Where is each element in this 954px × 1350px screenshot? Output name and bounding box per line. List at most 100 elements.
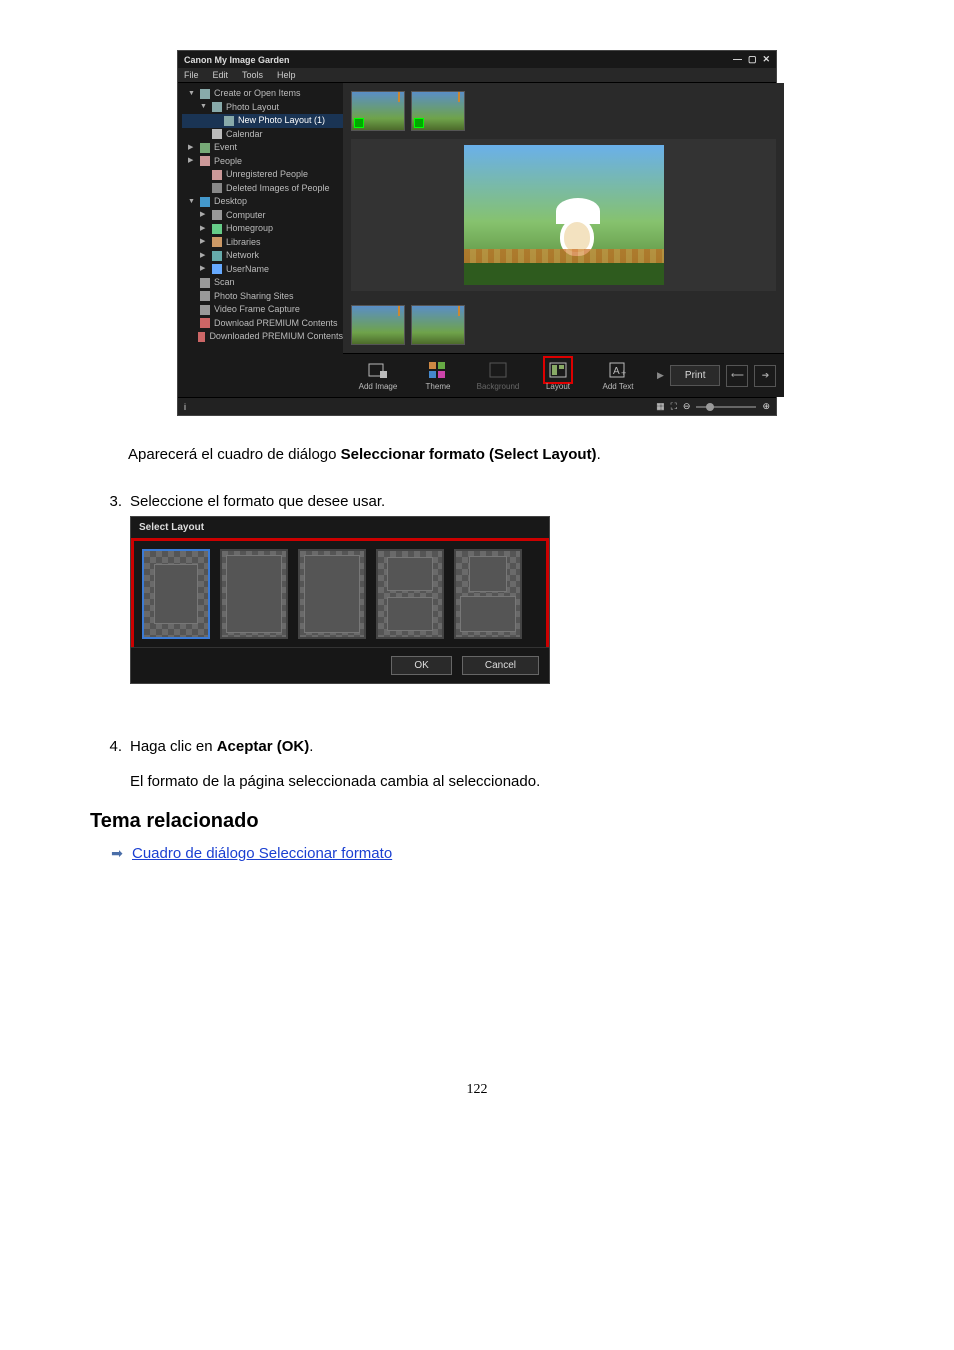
tool-label: Theme: [426, 382, 451, 391]
chevron-down-icon[interactable]: ▼: [200, 102, 208, 113]
tree-item[interactable]: Scan: [182, 276, 343, 290]
tree-label: Scan: [214, 276, 235, 290]
tree-label: Unregistered People: [226, 168, 308, 182]
cancel-button[interactable]: Cancel: [462, 656, 539, 675]
zoom-out-icon[interactable]: ⊖: [683, 401, 691, 412]
maximize-icon[interactable]: ▢: [748, 54, 757, 65]
tree-node-icon: [212, 251, 222, 261]
tree-item[interactable]: ▶ Homegroup: [182, 222, 343, 236]
info-icon[interactable]: i: [184, 402, 186, 412]
page-thumbnail[interactable]: [351, 91, 405, 131]
chevron-right-icon[interactable]: ▶: [200, 224, 208, 235]
layout-grid: [134, 541, 546, 647]
tree-item[interactable]: Photo Sharing Sites: [182, 290, 343, 304]
page-thumbnail[interactable]: [411, 305, 465, 345]
tree-item[interactable]: ▶ Network: [182, 249, 343, 263]
tree-item[interactable]: Unregistered People: [182, 168, 343, 182]
chevron-right-icon[interactable]: ▶: [188, 156, 196, 167]
add-text-button[interactable]: A+ Add Text: [591, 360, 645, 391]
tree-label: UserName: [226, 263, 269, 277]
menu-edit[interactable]: Edit: [213, 70, 229, 80]
tree-label: New Photo Layout (1): [238, 114, 325, 128]
layout-option[interactable]: [376, 549, 444, 639]
tree-item[interactable]: ▶ People: [182, 155, 343, 169]
add-image-button[interactable]: Add Image: [351, 360, 405, 391]
tree-item[interactable]: ▶ Event: [182, 141, 343, 155]
chevron-right-icon[interactable]: ▶: [200, 210, 208, 221]
page-number: 122: [90, 1082, 864, 1098]
tree-item[interactable]: ▼Desktop: [182, 195, 343, 209]
chevron-right-icon[interactable]: ▶: [200, 237, 208, 248]
tree-item[interactable]: ▶ UserName: [182, 263, 343, 277]
next-page-button[interactable]: ➔: [754, 365, 776, 387]
tree-item[interactable]: Deleted Images of People: [182, 182, 343, 196]
tree-node-icon: [200, 156, 210, 166]
tree-item[interactable]: New Photo Layout (1): [182, 114, 343, 128]
tool-label: Layout: [546, 382, 570, 391]
tree-label: Homegroup: [226, 222, 273, 236]
zoom-in-icon[interactable]: ⊕: [762, 401, 770, 412]
chevron-right-icon[interactable]: ▶: [188, 143, 196, 154]
select-layout-dialog: Select Layout: [130, 516, 550, 684]
page-thumbnail[interactable]: [411, 91, 465, 131]
print-button[interactable]: Print: [670, 365, 721, 386]
sidebar-tree: ▼Create or Open Items▼Photo LayoutNew Ph…: [178, 83, 343, 397]
tree-item[interactable]: Calendar: [182, 128, 343, 142]
tool-label: Add Image: [359, 382, 398, 391]
page-thumbnail[interactable]: [351, 305, 405, 345]
related-link-row: ➡ Cuadro de diálogo Seleccionar formato: [110, 845, 864, 862]
minimize-icon[interactable]: —: [733, 54, 742, 65]
tree-item[interactable]: Downloaded PREMIUM Contents: [182, 330, 343, 344]
layout-preview[interactable]: [351, 139, 776, 291]
tree-item[interactable]: ▶ Libraries: [182, 236, 343, 250]
tree-label: People: [214, 155, 242, 169]
tree-node-icon: [200, 305, 210, 315]
step-subtext: El formato de la página seleccionada cam…: [130, 773, 864, 790]
dialog-appears-text: Aparecerá el cuadro de diálogo Seleccion…: [128, 446, 864, 463]
tree-label: Download PREMIUM Contents: [214, 317, 338, 331]
chevron-right-icon[interactable]: ▶: [200, 264, 208, 275]
chevron-down-icon[interactable]: ▼: [188, 197, 196, 208]
tree-node-icon: [200, 318, 210, 328]
prev-page-button[interactable]: ⟵: [726, 365, 748, 387]
layout-option[interactable]: [454, 549, 522, 639]
menu-file[interactable]: File: [184, 70, 199, 80]
tree-item[interactable]: ▼Photo Layout: [182, 101, 343, 115]
statusbar: i ▦ ⛶ ⊖ ⊕: [178, 397, 776, 415]
zoom-slider[interactable]: [696, 406, 756, 408]
menubar: File Edit Tools Help: [178, 68, 776, 83]
menu-help[interactable]: Help: [277, 70, 296, 80]
tree-label: Event: [214, 141, 237, 155]
thumbnail-mode-icon[interactable]: ▦: [656, 401, 665, 412]
chevron-down-icon[interactable]: ▼: [188, 89, 196, 100]
chevron-right-icon[interactable]: ▶: [657, 370, 664, 381]
layout-button[interactable]: Layout: [531, 360, 585, 391]
theme-button[interactable]: Theme: [411, 360, 465, 391]
tree-node-icon: [200, 89, 210, 99]
tree-item[interactable]: Video Frame Capture: [182, 303, 343, 317]
arrow-right-icon: ➡: [110, 847, 124, 861]
tree-node-icon: [212, 210, 222, 220]
layout-option[interactable]: [298, 549, 366, 639]
chevron-right-icon[interactable]: ▶: [200, 251, 208, 262]
layout-option[interactable]: [142, 549, 210, 639]
layout-option[interactable]: [220, 549, 288, 639]
tree-node-icon: [212, 224, 222, 234]
menu-tools[interactable]: Tools: [242, 70, 263, 80]
fullscreen-icon[interactable]: ⛶: [671, 401, 677, 412]
tree-label: Libraries: [226, 236, 261, 250]
tree-item[interactable]: ▶Computer: [182, 209, 343, 223]
close-icon[interactable]: ✕: [762, 54, 770, 65]
tree-item[interactable]: Download PREMIUM Contents: [182, 317, 343, 331]
tool-label: Background: [477, 382, 520, 391]
tree-label: Network: [226, 249, 259, 263]
related-link[interactable]: Cuadro de diálogo Seleccionar formato: [132, 845, 392, 862]
main-area: Add Image Theme Background Layout A+ Add…: [343, 83, 784, 397]
ok-button[interactable]: OK: [391, 656, 451, 675]
tree-node-icon: [200, 278, 210, 288]
bottom-toolbar: Add Image Theme Background Layout A+ Add…: [343, 353, 784, 397]
thumbnail-row: [343, 83, 784, 139]
tree-node-icon: [200, 197, 210, 207]
tree-item[interactable]: ▼Create or Open Items: [182, 87, 343, 101]
step-text: Haga clic en Aceptar (OK).: [130, 738, 864, 755]
